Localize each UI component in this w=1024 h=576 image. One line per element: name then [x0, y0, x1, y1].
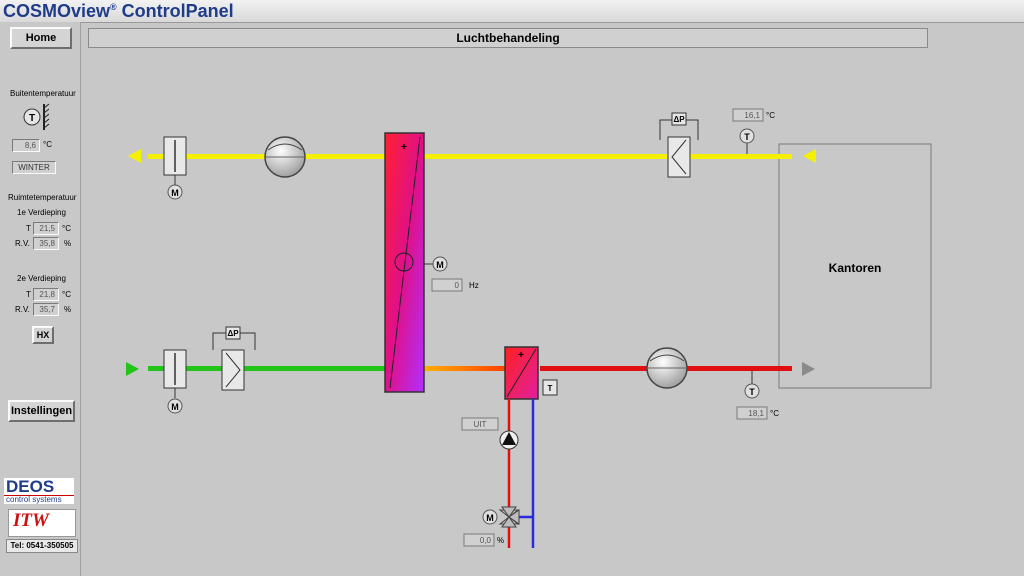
heating-coil-plus-label: + [518, 350, 524, 361]
season-indicator: WINTER [12, 161, 56, 174]
exhaust-filter[interactable] [667, 136, 691, 178]
heat-recovery-plus-label: + [401, 142, 407, 153]
app-title: COSMOview® ControlPanel [3, 1, 234, 21]
circulation-pump-icon[interactable] [499, 430, 519, 450]
supply-temp-sensor-icon [744, 383, 760, 399]
exhaust-temp-sensor-label: T [744, 132, 750, 142]
floor1-temp-label: T [26, 224, 31, 233]
supply-duct-out [540, 366, 792, 371]
heating-coil[interactable] [504, 346, 539, 400]
exhaust-temp-unit: °C [766, 111, 775, 120]
outside-temp-sensor-label: T [29, 113, 35, 124]
supply-damper-motor-icon [167, 398, 183, 414]
phone-number: Tel: 0541-350505 [6, 539, 78, 553]
home-button[interactable]: Home [10, 27, 72, 49]
page-title: Luchtbehandeling [456, 31, 560, 45]
heat-recovery-wheel[interactable] [384, 132, 425, 393]
valve-motor-label: M [486, 513, 494, 523]
floor2-temp-unit: °C [62, 290, 71, 299]
exhaust-damper[interactable] [163, 136, 187, 176]
sidebar: Home Buitentemperatuur T 8,6 °C WINTER R… [0, 22, 81, 576]
outside-temp-value: 8,6 [12, 139, 40, 152]
valve-position-unit: % [497, 536, 504, 545]
floor1-rh-unit: % [64, 239, 72, 248]
floor2-rh-value: 35,7 [33, 303, 59, 316]
exhaust-temp-sensor-icon [739, 128, 755, 144]
floor1-temp-unit: °C [62, 224, 71, 233]
exhaust-outlet-arrow [128, 149, 141, 163]
office-zone-label: Kantoren [829, 261, 882, 275]
hx-button[interactable]: HX [32, 326, 54, 344]
valve-motor-icon [482, 509, 498, 525]
hx-frequency-unit: Hz [469, 281, 479, 290]
itw-logo: ITW [8, 509, 76, 537]
supply-dp-label: ΔP [227, 329, 239, 338]
title-bar: COSMOview® ControlPanel [0, 0, 1024, 23]
supply-duct-in [148, 366, 388, 371]
valve-position-box [463, 533, 495, 547]
exhaust-dp-label: ΔP [673, 115, 685, 124]
exhaust-duct [148, 154, 792, 159]
outside-temp-unit: °C [43, 140, 52, 149]
settings-button[interactable]: Instellingen [8, 400, 75, 422]
floor1-rh-value: 35,8 [33, 237, 59, 250]
ahu-diagram: Kantoren M M + M 0 Hz ΔP ΔP T 16,1 °C T [126, 108, 932, 548]
exhaust-damper-motor-icon [167, 184, 183, 200]
exhaust-temp-value: 16,1 [744, 111, 760, 120]
supply-duct-mid [424, 366, 506, 371]
floor1-label: 1e Verdieping [17, 208, 66, 217]
supply-damper-motor-label: M [171, 402, 179, 412]
header-bar: Luchtbehandeling [88, 28, 928, 48]
supply-temp-value: 18,1 [748, 409, 764, 418]
supply-temp-unit: °C [770, 409, 779, 418]
valve-position-value: 0,0 [480, 536, 492, 545]
floor2-temp-value: 21,8 [33, 288, 59, 301]
exhaust-inlet-arrow [803, 149, 816, 163]
outside-temp-sensor-icon: T [23, 103, 50, 130]
floor2-rh-label: R.V. [15, 305, 30, 314]
supply-damper[interactable] [163, 349, 187, 389]
three-way-valve-icon[interactable] [498, 509, 520, 525]
office-zone [778, 143, 932, 389]
outside-temp-label: Buitentemperatuur [10, 89, 76, 98]
supply-outlet-arrow [802, 362, 815, 376]
heat-recovery-wheel-center-icon [394, 252, 414, 272]
supply-temp-box [736, 406, 768, 420]
supply-temp-sensor-label: T [749, 387, 755, 397]
frost-temp-sensor [542, 379, 558, 396]
floor2-temp-label: T [26, 290, 31, 299]
exhaust-fan-icon[interactable] [264, 136, 306, 178]
supply-dp-sensor [225, 326, 241, 340]
room-temp-label: Ruimtetemperatuur [8, 193, 77, 202]
exhaust-damper-motor-label: M [171, 188, 179, 198]
supply-inlet-arrow [126, 362, 139, 376]
supply-fan-icon[interactable] [646, 347, 688, 389]
hx-frequency-box [431, 278, 463, 292]
hx-motor-icon [432, 256, 448, 272]
exhaust-dp-sensor [671, 112, 687, 126]
floor2-rh-unit: % [64, 305, 72, 314]
hx-motor-label: M [436, 260, 444, 270]
floor1-rh-label: R.V. [15, 239, 30, 248]
hx-frequency-value: 0 [455, 281, 460, 290]
floor2-label: 2e Verdieping [17, 274, 66, 283]
pump-status-box [461, 417, 499, 431]
floor1-temp-value: 21,5 [33, 222, 59, 235]
exhaust-temp-box [732, 108, 764, 122]
deos-logo: DEOS control systems [4, 478, 74, 504]
frost-temp-sensor-label: T [548, 384, 553, 393]
supply-filter[interactable] [221, 349, 245, 391]
pump-status-value: UIT [474, 420, 487, 429]
